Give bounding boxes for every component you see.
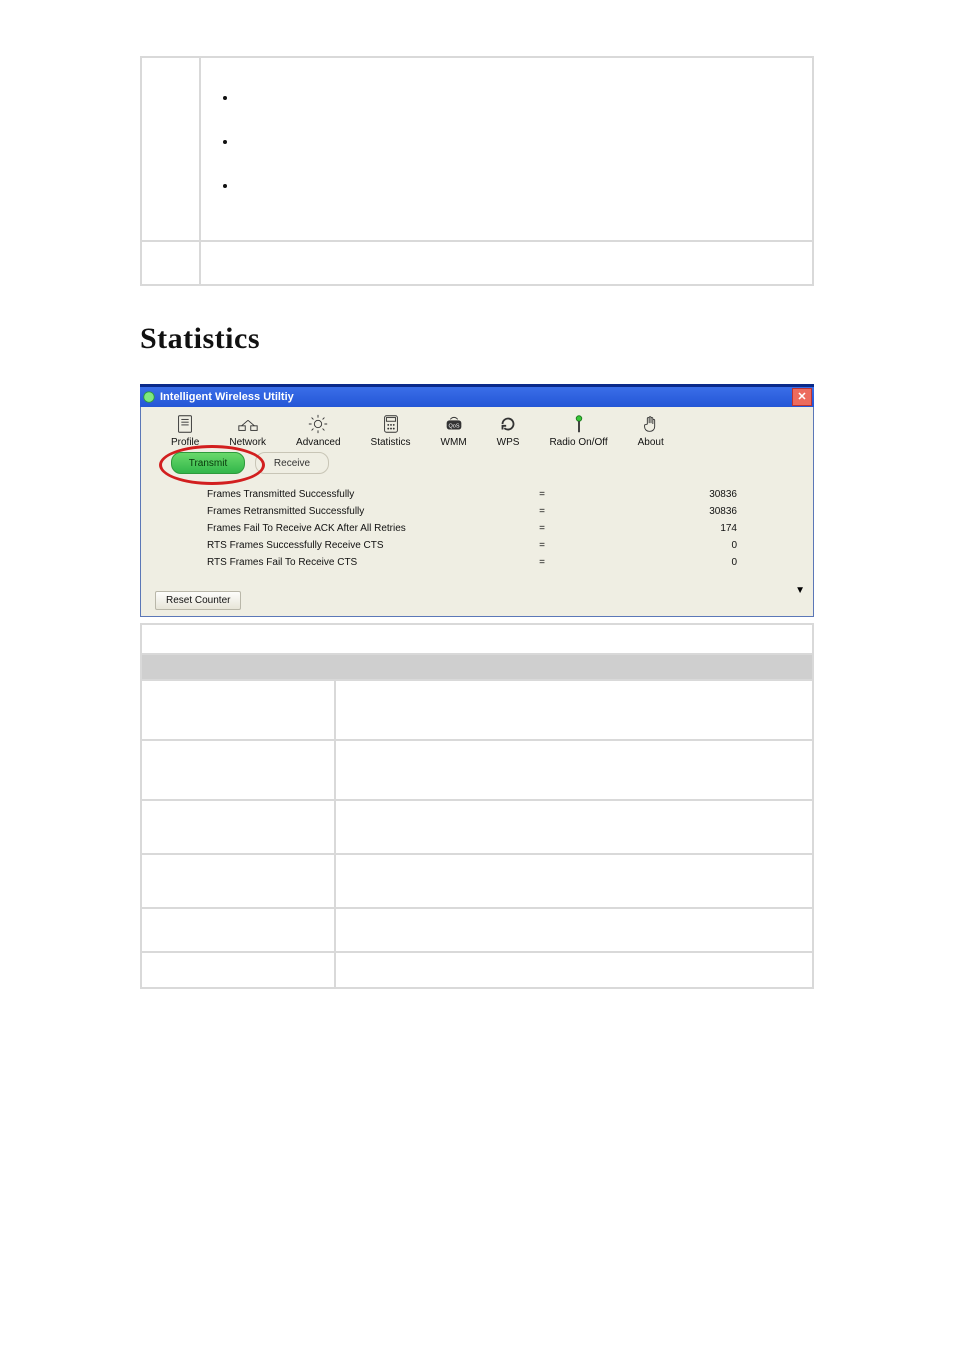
toolbar-item-advanced[interactable]: Advanced	[296, 413, 340, 448]
outline-cell	[335, 680, 813, 740]
network-icon	[237, 413, 259, 435]
toolbar-label: About	[638, 437, 664, 448]
outline-cell	[200, 241, 813, 285]
qos-icon: QoS	[443, 413, 465, 435]
outline-cell	[335, 740, 813, 800]
toolbar-label: WMM	[441, 437, 467, 448]
window-title: Intelligent Wireless Utiltiy	[160, 391, 792, 403]
stat-value: 0	[617, 540, 737, 551]
outline-cell	[335, 800, 813, 854]
profile-icon	[174, 413, 196, 435]
stat-label: RTS Frames Fail To Receive CTS	[207, 557, 467, 568]
toolbar-item-statistics[interactable]: Statistics	[371, 413, 411, 448]
outline-header	[141, 654, 813, 680]
toolbar-label: Profile	[171, 437, 199, 448]
stat-label: Frames Transmitted Successfully	[207, 489, 467, 500]
outline-cell	[141, 57, 200, 241]
stat-eq: =	[467, 523, 617, 534]
tab-label: Transmit	[189, 458, 228, 469]
outline-cell	[141, 952, 335, 988]
stat-value: 174	[617, 523, 737, 534]
toolbar-label: Network	[229, 437, 266, 448]
chevron-down-icon[interactable]: ▼	[795, 585, 805, 596]
tab-receive[interactable]: Receive	[255, 452, 329, 474]
stat-row: RTS Frames Successfully Receive CTS = 0	[207, 537, 773, 554]
app-window: Intelligent Wireless Utiltiy ✕ Profile N…	[140, 384, 814, 617]
stat-value: 0	[617, 557, 737, 568]
outline-cell	[141, 680, 335, 740]
tab-transmit[interactable]: Transmit	[171, 452, 245, 474]
outline-cell	[200, 57, 813, 241]
refresh-icon	[497, 413, 519, 435]
outline-cell	[141, 800, 335, 854]
stat-eq: =	[467, 557, 617, 568]
outline-table-top	[140, 56, 814, 286]
section-heading: Statistics	[140, 322, 814, 356]
stat-row: RTS Frames Fail To Receive CTS = 0	[207, 554, 773, 571]
svg-text:QoS: QoS	[448, 424, 459, 430]
toolbar-item-wps[interactable]: WPS	[497, 413, 520, 448]
stat-eq: =	[467, 489, 617, 500]
window-titlebar: Intelligent Wireless Utiltiy ✕	[140, 387, 814, 407]
stat-eq: =	[467, 540, 617, 551]
stat-row: Frames Transmitted Successfully = 30836	[207, 486, 773, 503]
list-item	[238, 133, 811, 177]
outline-cell	[141, 241, 200, 285]
toolbar-item-network[interactable]: Network	[229, 413, 266, 448]
toolbar-item-about[interactable]: About	[638, 413, 664, 448]
tab-label: Receive	[274, 458, 310, 469]
toolbar-label: Advanced	[296, 437, 340, 448]
hand-icon	[640, 413, 662, 435]
stat-value: 30836	[617, 489, 737, 500]
stat-label: RTS Frames Successfully Receive CTS	[207, 540, 467, 551]
toolbar-item-radio[interactable]: Radio On/Off	[549, 413, 607, 448]
outline-cell	[335, 952, 813, 988]
statistics-list: Frames Transmitted Successfully = 30836 …	[141, 480, 813, 585]
list-item	[238, 89, 811, 133]
toolbar: Profile Network Advanced Statistics QoS …	[141, 407, 813, 452]
outline-table-bottom	[140, 623, 814, 989]
toolbar-label: Statistics	[371, 437, 411, 448]
toolbar-item-profile[interactable]: Profile	[171, 413, 199, 448]
bullet-list	[238, 89, 811, 221]
outline-cell	[335, 854, 813, 908]
toolbar-label: Radio On/Off	[549, 437, 607, 448]
close-button[interactable]: ✕	[792, 388, 812, 406]
stat-row: Frames Retransmitted Successfully = 3083…	[207, 503, 773, 520]
stat-label: Frames Fail To Receive ACK After All Ret…	[207, 523, 467, 534]
calculator-icon	[380, 413, 402, 435]
toolbar-item-wmm[interactable]: QoS WMM	[441, 413, 467, 448]
button-label: Reset Counter	[166, 595, 230, 606]
list-item	[238, 177, 811, 221]
reset-counter-button[interactable]: Reset Counter	[155, 591, 241, 610]
outline-cell	[141, 740, 335, 800]
outline-cell	[141, 854, 335, 908]
stat-value: 30836	[617, 506, 737, 517]
outline-cell	[141, 624, 813, 654]
stat-row: Frames Fail To Receive ACK After All Ret…	[207, 520, 773, 537]
outline-cell	[335, 908, 813, 952]
close-icon: ✕	[797, 392, 806, 403]
stat-label: Frames Retransmitted Successfully	[207, 506, 467, 517]
stat-eq: =	[467, 506, 617, 517]
outline-cell	[141, 908, 335, 952]
tabs: Transmit Receive	[141, 452, 813, 480]
toolbar-label: WPS	[497, 437, 520, 448]
gear-icon	[307, 413, 329, 435]
app-icon	[142, 390, 156, 404]
antenna-icon	[568, 413, 590, 435]
